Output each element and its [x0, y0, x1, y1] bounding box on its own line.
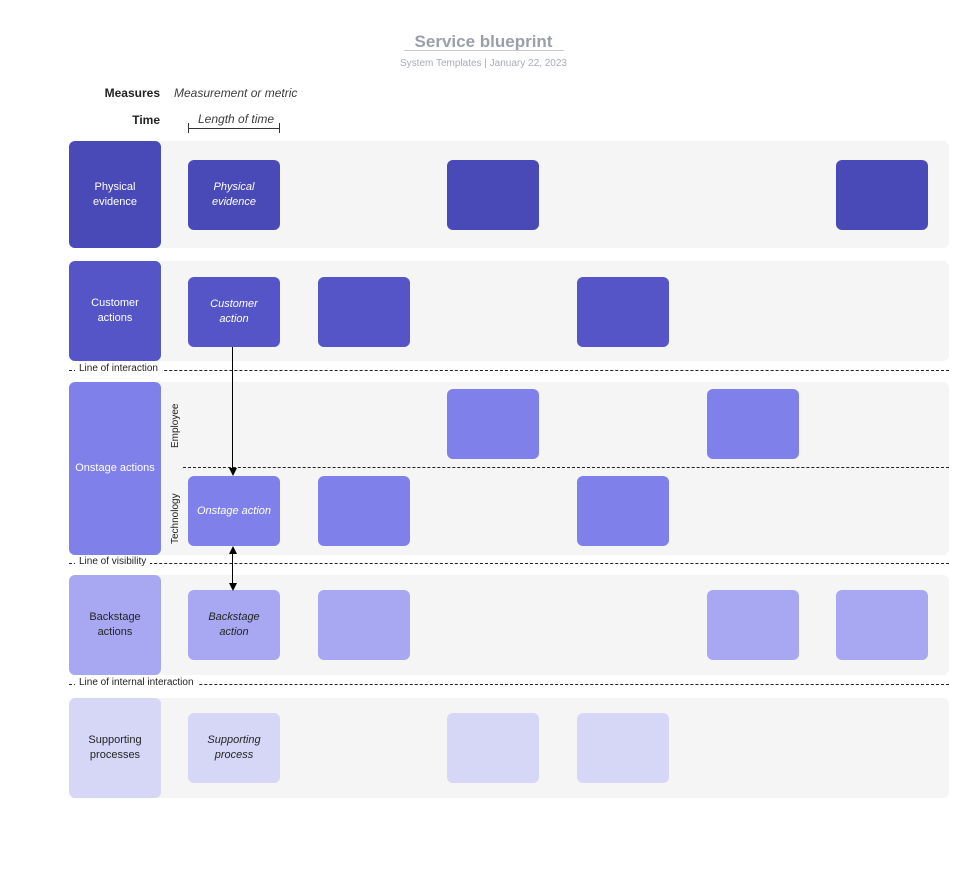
page-subtitle: System Templates | January 22, 2023	[0, 58, 967, 69]
card-supporting-1[interactable]: Supporting process	[188, 713, 280, 783]
card-onstage-technology-3[interactable]	[577, 476, 669, 546]
card-onstage-employee-1[interactable]	[447, 389, 539, 459]
divider-line-of-internal-interaction: Line of internal interaction	[69, 678, 949, 692]
card-backstage-4[interactable]	[836, 590, 928, 660]
divider-label: Line of interaction	[75, 363, 162, 374]
sublabel-employee: Employee	[170, 404, 181, 448]
card-supporting-3[interactable]	[577, 713, 669, 783]
card-text: Physical evidence	[188, 160, 280, 230]
card-customer-action-1[interactable]: Customer action	[188, 277, 280, 347]
measures-value: Measurement or metric	[174, 86, 297, 100]
divider-label: Line of internal interaction	[75, 677, 198, 688]
arrow-down-icon	[229, 583, 237, 591]
row-label-customer-actions: Customer actions	[69, 261, 161, 361]
card-customer-action-3[interactable]	[577, 277, 669, 347]
card-backstage-1[interactable]: Backstage action	[188, 590, 280, 660]
card-onstage-technology-1[interactable]: Onstage action	[188, 476, 280, 546]
row-label-supporting-processes: Supporting processes	[69, 698, 161, 798]
card-customer-action-2[interactable]	[318, 277, 410, 347]
time-label: Time	[65, 113, 160, 127]
time-bracket-icon	[188, 123, 280, 133]
card-physical-evidence-1[interactable]: Physical evidence	[188, 160, 280, 230]
card-onstage-employee-2[interactable]	[707, 389, 799, 459]
row-label-physical-evidence: Physical evidence	[69, 141, 161, 248]
arrow-down-icon	[229, 468, 237, 476]
divider-line-of-interaction: Line of interaction	[69, 364, 949, 378]
card-backstage-3[interactable]	[707, 590, 799, 660]
card-text: Backstage action	[188, 590, 280, 660]
card-physical-evidence-3[interactable]	[836, 160, 928, 230]
divider-label: Line of visibility	[75, 556, 150, 567]
card-text: Customer action	[188, 277, 280, 347]
divider-line-of-visibility: Line of visibility	[69, 557, 949, 571]
title-underline	[404, 50, 564, 51]
card-physical-evidence-2[interactable]	[447, 160, 539, 230]
card-text: Onstage action	[188, 476, 280, 546]
card-text: Supporting process	[188, 713, 280, 783]
card-supporting-2[interactable]	[447, 713, 539, 783]
sublabel-technology: Technology	[170, 493, 181, 544]
measures-label: Measures	[65, 86, 160, 100]
arrow-onstage-backstage	[232, 553, 233, 585]
page-title: Service blueprint	[0, 32, 967, 52]
onstage-sub-divider	[183, 467, 949, 468]
card-backstage-2[interactable]	[318, 590, 410, 660]
row-label-backstage-actions: Backstage actions	[69, 575, 161, 675]
arrow-customer-to-onstage	[232, 347, 233, 469]
arrow-up-icon	[229, 546, 237, 554]
row-label-onstage-actions: Onstage actions	[69, 382, 161, 555]
card-onstage-technology-2[interactable]	[318, 476, 410, 546]
